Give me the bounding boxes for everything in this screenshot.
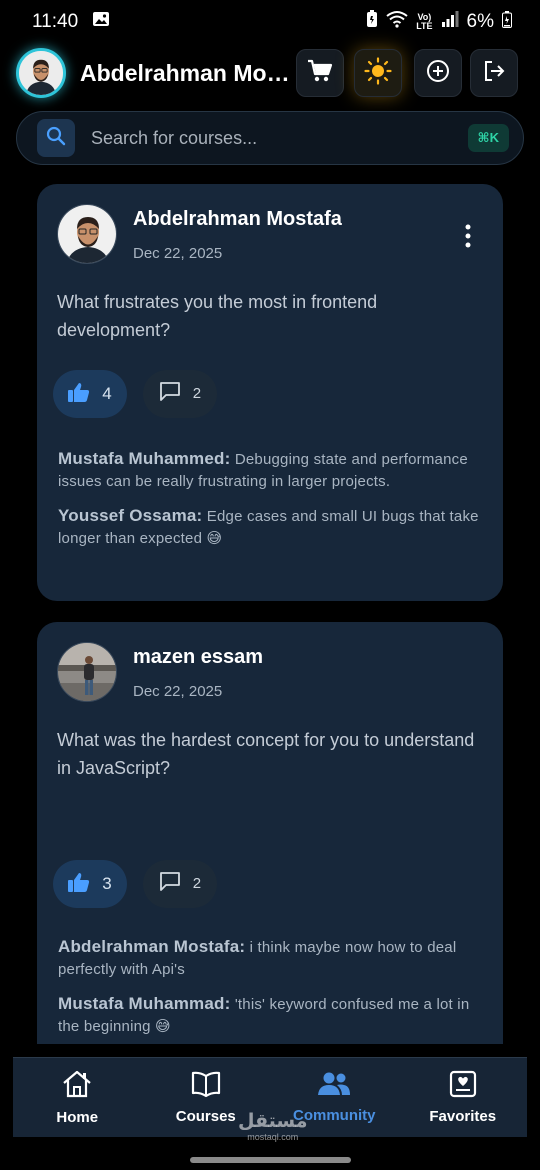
wifi-icon (386, 10, 408, 34)
lte-indicator: Vo) LTE (416, 12, 433, 31)
theme-toggle-button[interactable] (354, 49, 402, 97)
post-menu-button[interactable] (453, 218, 483, 258)
like-button[interactable]: 4 (53, 370, 127, 418)
comment-author: Mustafa Muhammed: (58, 449, 231, 468)
sun-icon (364, 56, 392, 90)
search-icon (46, 126, 66, 151)
comment-count: 2 (192, 385, 202, 402)
comment-item: Abdelrahman Mostafa: i think maybe now h… (58, 936, 479, 981)
post-author-avatar[interactable] (57, 642, 117, 702)
cart-button[interactable] (296, 49, 344, 97)
comment-item: Youssef Ossama: Edge cases and small UI … (58, 505, 479, 550)
home-icon (61, 1069, 93, 1103)
community-feed[interactable]: Abdelrahman Mostafa Dec 22, 2025 What fr… (0, 170, 540, 1044)
comment-icon (159, 381, 181, 408)
comment-button[interactable]: 2 (143, 860, 217, 908)
nav-item-favorites[interactable]: Favorites (399, 1058, 528, 1137)
status-time: 11:40 (32, 11, 79, 32)
app-header: Abdelrahman Mostafa (16, 46, 526, 100)
comment-count: 2 (192, 875, 202, 892)
post-author-name[interactable]: mazen essam (133, 646, 483, 669)
battery-percent: 6% (466, 11, 494, 32)
like-button[interactable]: 3 (53, 860, 127, 908)
post-author-avatar[interactable] (57, 204, 117, 264)
post-card: Abdelrahman Mostafa Dec 22, 2025 What fr… (37, 184, 503, 601)
post-card: mazen essam Dec 22, 2025 What was the ha… (37, 622, 503, 1044)
comment-author: Mustafa Muhammad: (58, 994, 231, 1013)
like-count: 4 (102, 384, 112, 403)
logout-button[interactable] (470, 49, 518, 97)
search-button[interactable] (37, 119, 75, 157)
comment-author: Abdelrahman Mostafa: (58, 937, 246, 956)
comment-item: Mustafa Muhammad: 'this' keyword confuse… (58, 993, 479, 1038)
post-text: What was the hardest concept for you to … (57, 730, 475, 778)
search-bar: ⌘K (16, 111, 524, 165)
watermark: مستقل mostaql.com (238, 1111, 308, 1143)
comment-author: Youssef Ossama: (58, 506, 203, 525)
add-icon (426, 59, 450, 88)
comment-item: Mustafa Muhammed: Debugging state and pe… (58, 448, 479, 493)
nav-label: Favorites (429, 1108, 497, 1125)
header-user-name: Abdelrahman Mostafa (80, 59, 290, 86)
post-text: What frustrates you the most in frontend… (57, 292, 378, 340)
battery-icon (502, 10, 512, 34)
cart-icon (307, 59, 333, 88)
battery-saver-icon (366, 10, 378, 34)
more-vertical-icon (465, 224, 471, 253)
comments-list: Abdelrahman Mostafa: i think maybe now h… (58, 936, 479, 1044)
add-post-button[interactable] (414, 49, 462, 97)
search-shortcut-badge: ⌘K (467, 124, 509, 152)
user-avatar[interactable] (16, 48, 66, 98)
post-date: Dec 22, 2025 (133, 683, 223, 700)
like-count: 3 (102, 874, 112, 893)
gallery-icon (92, 11, 110, 33)
watermark-arabic: مستقل (238, 1111, 308, 1132)
thumbs-up-icon (68, 872, 90, 897)
favorites-icon (449, 1070, 477, 1102)
thumbs-up-icon (68, 382, 90, 407)
post-date: Dec 22, 2025 (133, 245, 223, 262)
book-icon (190, 1070, 222, 1102)
comment-button[interactable]: 2 (143, 370, 217, 418)
watermark-latin: mostaql.com (247, 1132, 299, 1142)
status-bar: 11:40 Vo) LTE 6% (0, 0, 540, 44)
logout-icon (482, 59, 506, 88)
comments-list: Mustafa Muhammed: Debugging state and pe… (58, 448, 479, 562)
comment-icon (159, 871, 181, 898)
search-input[interactable] (91, 127, 468, 149)
home-indicator[interactable] (190, 1157, 351, 1163)
nav-label: Home (56, 1109, 99, 1126)
post-author-name[interactable]: Abdelrahman Mostafa (133, 208, 453, 231)
nav-label: Courses (175, 1108, 236, 1125)
nav-item-home[interactable]: Home (13, 1058, 142, 1137)
community-icon (317, 1071, 351, 1101)
signal-icon (441, 11, 459, 33)
